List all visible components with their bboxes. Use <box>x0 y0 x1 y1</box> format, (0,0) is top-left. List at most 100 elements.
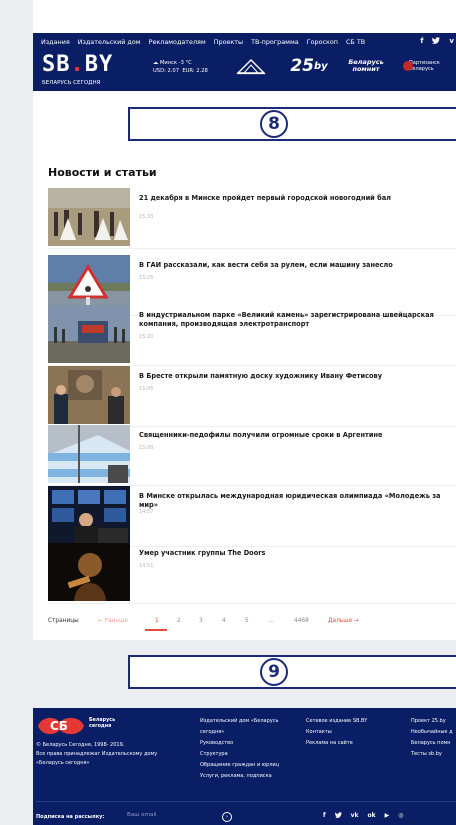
news-thumbnail[interactable] <box>48 366 130 424</box>
news-item[interactable]: В индустриальном парке «Великий камень» … <box>48 305 456 366</box>
partisan-emblem-icon <box>403 61 413 71</box>
twitter-icon[interactable] <box>334 812 342 820</box>
footer-link[interactable]: Беларусь помн <box>411 738 453 749</box>
partner-logo-partisan-belarus[interactable]: Партизанск Беларусь <box>403 55 456 77</box>
active-page-underline <box>145 629 167 631</box>
news-thumbnail[interactable] <box>48 425 130 483</box>
pagination-next[interactable]: Дальше → <box>328 618 359 624</box>
page-link-active[interactable]: 1 <box>155 618 159 624</box>
page-link[interactable]: 3 <box>199 618 203 624</box>
pagination-prev[interactable]: ← Раньше <box>98 618 128 624</box>
news-time: 14:51 <box>139 563 154 569</box>
page-ellipsis: ... <box>269 618 275 624</box>
subscribe-submit-button[interactable]: › <box>222 812 232 822</box>
nav-item-advertisers[interactable]: Рекламодателям <box>149 38 206 46</box>
vk-icon[interactable]: vk <box>351 812 359 820</box>
footer-col-site: Сетевое издание SB.BY Контакты Реклама н… <box>306 716 367 749</box>
footer-social-links: f vk ok ▶ ◎ <box>323 812 404 820</box>
news-title[interactable]: Умер участник группы The Doors <box>139 549 451 558</box>
footer-link[interactable]: сегодня» <box>200 727 300 738</box>
news-time: 15:25 <box>139 275 154 281</box>
news-title[interactable]: В ГАИ рассказали, как вести себя за руле… <box>139 261 451 270</box>
nav-item-sb-tv[interactable]: СБ ТВ <box>346 38 365 46</box>
site-footer: СБ Беларусь сегодня © Беларусь Сегодня, … <box>33 708 456 825</box>
instagram-icon[interactable]: ◎ <box>398 812 403 820</box>
news-title[interactable]: В Минске открылась международная юридиче… <box>139 492 451 510</box>
news-time: 15:00 <box>139 445 154 451</box>
news-thumbnail[interactable] <box>48 543 130 601</box>
news-title[interactable]: Священники-педофилы получили огромные ср… <box>139 431 451 440</box>
footer-col-publishing: Издательский дом «Беларусь сегодня» Руко… <box>200 716 300 782</box>
footer-copyright: © Беларусь Сегодня, 1998- 2019. Все прав… <box>36 742 158 766</box>
partner-logo-monument[interactable] <box>236 55 266 77</box>
footer-link[interactable]: Контакты <box>306 727 367 738</box>
nav-item-editions[interactable]: Издания <box>41 38 70 46</box>
footer-divider <box>36 801 456 802</box>
footer-logo-text: Беларусь сегодня <box>89 718 116 729</box>
news-thumbnail[interactable] <box>48 305 130 363</box>
left-side-panel <box>0 0 33 825</box>
footer-link[interactable]: Сетевое издание SB.BY <box>306 716 367 727</box>
partner-logo-belarus-remembers[interactable]: Беларусь помнит <box>348 55 384 77</box>
news-item[interactable]: 21 декабря в Минске пройдет первый город… <box>48 188 456 249</box>
site-logo[interactable]: SB.BY <box>42 54 113 76</box>
nav-item-horoscope[interactable]: Гороскоп <box>307 38 338 46</box>
news-item[interactable]: В Бресте открыли памятную доску художник… <box>48 366 456 427</box>
footer-link[interactable]: Обращение граждан и юрлиц <box>200 760 300 771</box>
nav-item-tv-program[interactable]: ТВ-программа <box>251 38 299 46</box>
pagination: Страницы ← Раньше 1 2 3 4 5 ... 4468 Дал… <box>48 618 456 631</box>
site-header: Издания Издательский дом Рекламодателям … <box>33 33 456 91</box>
cloud-icon: ☁ <box>153 60 160 66</box>
footer-link[interactable]: Реклама на сайте <box>306 738 367 749</box>
sb-footer-logo-icon[interactable]: СБ <box>36 714 86 738</box>
vk-icon[interactable]: v <box>449 37 454 46</box>
news-time: 15:20 <box>139 334 154 340</box>
facebook-icon[interactable]: f <box>323 812 326 820</box>
page-link[interactable]: 4 <box>222 618 226 624</box>
partner-logo-25by[interactable]: 25 by <box>290 55 327 77</box>
banner-number: 9 <box>260 658 288 686</box>
footer-link[interactable]: Структура <box>200 749 300 760</box>
page-link-last[interactable]: 4468 <box>294 618 309 624</box>
usd-rate: USD: 2.07 <box>153 68 180 74</box>
news-thumbnail[interactable] <box>48 486 130 544</box>
footer-link[interactable]: Тесты sb.by <box>411 749 453 760</box>
arrow-right-icon: › <box>226 814 228 820</box>
ad-banner-8[interactable]: 8 <box>128 107 456 141</box>
news-item[interactable]: Умер участник группы The Doors 14:51 <box>48 543 456 604</box>
banner-number: 8 <box>260 110 288 138</box>
footer-link[interactable]: Руководство <box>200 738 300 749</box>
nav-item-projects[interactable]: Проекты <box>214 38 243 46</box>
news-title[interactable]: В Бресте открыли памятную доску художник… <box>139 372 451 381</box>
youtube-icon[interactable]: ▶ <box>385 812 390 820</box>
weather-temp: Минск -3 °C <box>159 60 192 66</box>
header-social-links: f v <box>420 37 454 46</box>
ad-banner-9[interactable]: 9 <box>128 655 456 689</box>
svg-text:СБ: СБ <box>50 719 68 733</box>
news-thumbnail[interactable] <box>48 188 130 246</box>
news-item[interactable]: Священники-педофилы получили огромные ср… <box>48 425 456 486</box>
footer-link[interactable]: Необычайные д <box>411 727 453 738</box>
page-link[interactable]: 5 <box>245 618 249 624</box>
eur-rate: EUR: 2.28 <box>182 68 208 74</box>
monument-icon <box>236 59 266 75</box>
pagination-label: Страницы <box>48 618 79 624</box>
nav-item-publishing-house[interactable]: Издательский дом <box>78 38 141 46</box>
news-title[interactable]: В индустриальном парке «Великий камень» … <box>139 311 451 329</box>
news-section-title: Новости и статьи <box>48 166 157 179</box>
news-time: 15:05 <box>139 386 154 392</box>
odnoklassniki-icon[interactable]: ok <box>368 812 376 820</box>
email-input[interactable]: Ваш email <box>127 812 157 818</box>
news-item[interactable]: В Минске открылась международная юридиче… <box>48 486 456 547</box>
twitter-icon[interactable] <box>432 37 441 46</box>
weather-rates: ☁ Минск -3 °C USD: 2.07 EUR: 2.28 <box>153 59 208 75</box>
footer-link[interactable]: Услуги, реклама, подписка <box>200 771 300 782</box>
footer-link[interactable]: Издательский дом «Беларусь <box>200 716 300 727</box>
footer-link[interactable]: Проект 25.by <box>411 716 453 727</box>
logo-subtitle: БЕЛАРУСЬ СЕГОДНЯ <box>42 80 101 86</box>
footer-col-projects: Проект 25.by Необычайные д Беларусь помн… <box>411 716 453 760</box>
page-link[interactable]: 2 <box>177 618 181 624</box>
news-title[interactable]: 21 декабря в Минске пройдет первый город… <box>139 194 451 203</box>
facebook-icon[interactable]: f <box>420 37 423 46</box>
top-space <box>33 0 456 33</box>
